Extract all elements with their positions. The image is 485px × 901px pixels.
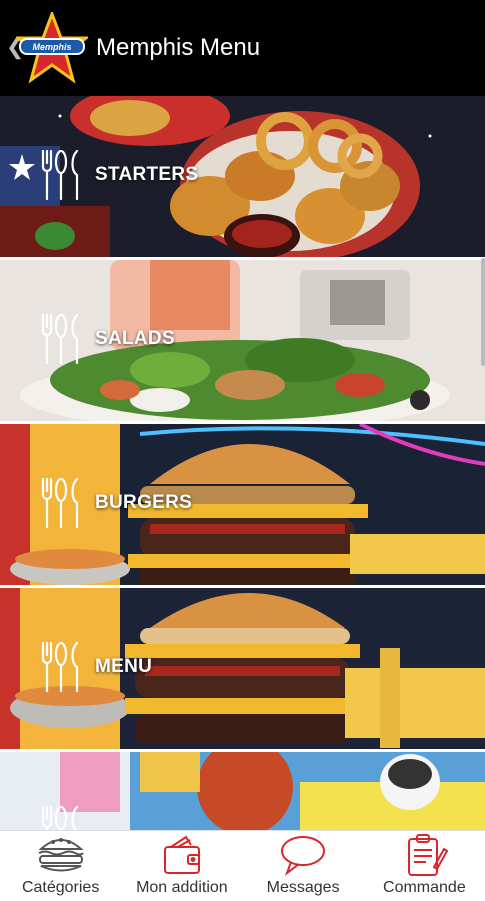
cutlery-icon (41, 641, 79, 693)
burger-icon (38, 838, 84, 872)
app-header: ❮ Memphis Memphis Menu (0, 0, 485, 96)
cutlery-icon (41, 477, 79, 529)
tab-messages[interactable]: Messages (243, 831, 364, 901)
category-list[interactable]: STARTERS SALADS BURGERS MENU (0, 96, 485, 830)
svg-text:Memphis: Memphis (32, 42, 71, 52)
category-label: BURGERS (95, 492, 193, 513)
scrollbar[interactable] (481, 258, 485, 366)
cutlery-icon (41, 149, 79, 201)
tab-label: Commande (383, 879, 466, 896)
category-burgers[interactable]: BURGERS (0, 424, 485, 585)
wallet-icon (163, 835, 200, 874)
category-label: MENU (95, 656, 153, 677)
cutlery-icon (41, 313, 79, 365)
cutlery-icon (41, 805, 79, 830)
tab-label: Catégories (21, 879, 100, 896)
tab-label: Messages (266, 879, 340, 896)
category-menu[interactable]: MENU (0, 588, 485, 749)
clipboard-icon (408, 834, 449, 876)
memphis-logo: Memphis (16, 12, 88, 84)
bottom-tab-bar: Catégories Mon addition Messages Command… (0, 830, 485, 901)
category-label: SALADS (95, 328, 175, 349)
tab-commande[interactable]: Commande (364, 831, 485, 901)
tab-label: Mon addition (136, 879, 228, 896)
speech-bubble-icon (281, 836, 326, 876)
page-title: Memphis Menu (96, 34, 261, 61)
category-starters[interactable]: STARTERS (0, 96, 485, 257)
tab-mon-addition[interactable]: Mon addition (121, 831, 242, 901)
category-partial[interactable] (0, 752, 485, 830)
category-salads[interactable]: SALADS (0, 260, 485, 421)
category-label: STARTERS (95, 164, 199, 185)
tab-categories[interactable]: Catégories (0, 831, 121, 901)
